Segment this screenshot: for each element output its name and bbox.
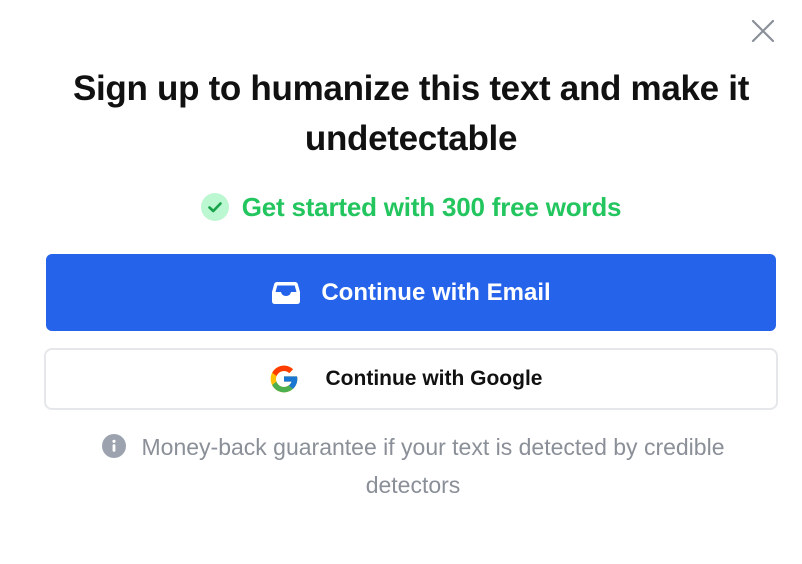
money-back-note: Money-back guarantee if your text is det…	[52, 428, 774, 504]
promo-text: Get started with 300 free words	[241, 191, 622, 222]
inbox-icon	[271, 280, 301, 306]
continue-with-google-button[interactable]: Continue with Google	[44, 348, 778, 410]
google-logo-icon	[268, 363, 300, 395]
info-icon	[101, 434, 126, 458]
continue-with-email-button[interactable]: Continue with Email	[46, 254, 776, 331]
check-circle-icon	[200, 193, 229, 221]
signup-dialog: Sign up to humanize this text and make i…	[0, 0, 802, 564]
close-button[interactable]	[749, 17, 777, 45]
email-button-label: Continue with Email	[321, 278, 551, 306]
note-text: Money-back guarantee if your text is det…	[141, 434, 725, 498]
close-icon	[751, 19, 775, 43]
free-words-promo: Get started with 300 free words	[0, 188, 802, 226]
dialog-title: Sign up to humanize this text and make i…	[72, 69, 750, 158]
google-button-label: Continue with Google	[325, 367, 543, 390]
